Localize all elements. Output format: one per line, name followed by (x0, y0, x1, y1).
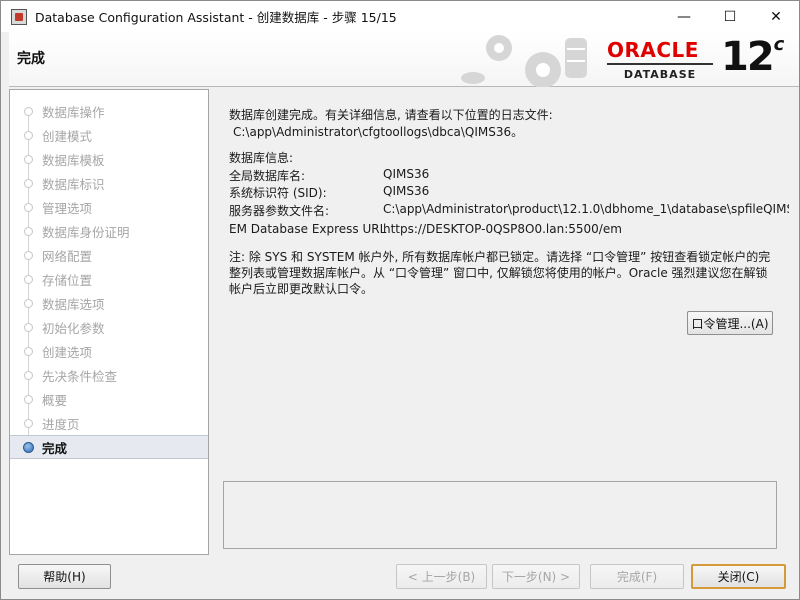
nav-step-item[interactable]: 数据库操作 (10, 99, 208, 123)
step-status-icon (24, 394, 33, 404)
main-content: 数据库创建完成。有关详细信息, 请查看以下位置的日志文件: C:\app\Adm… (217, 89, 799, 555)
nav-step-label: 数据库操作 (42, 104, 105, 120)
em-url-value[interactable]: https://DESKTOP-0QSP8O0.lan:5500/em (383, 222, 789, 236)
steps-navigation: 数据库操作创建模式数据库模板数据库标识管理选项数据库身份证明 网络配置存储位置数据… (9, 89, 209, 555)
logo-divider (607, 63, 713, 65)
nav-step-label: 存储位置 (42, 272, 93, 288)
step-status-icon (24, 274, 33, 284)
step-status-icon (24, 202, 33, 212)
finish-button[interactable]: 完成(F) (590, 564, 684, 589)
password-management-button[interactable]: 口令管理...(A) (687, 311, 773, 335)
oracle-logo: ORACLE DATABASE (607, 38, 713, 81)
info-key: 系统标识符 (SID): (229, 186, 327, 200)
version-logo: 12c (721, 34, 785, 80)
info-value: QIMS36 (383, 167, 430, 181)
step-status-icon (24, 418, 33, 428)
nav-step-item[interactable]: 创建模式 (10, 123, 208, 147)
accounts-locked-note: 注: 除 SYS 和 SYSTEM 帐户外, 所有数据库帐户都已锁定。请选择 “… (229, 250, 771, 296)
nav-step-item[interactable]: 数据库标识 (10, 171, 208, 195)
app-icon (11, 8, 27, 25)
nav-step-label: 数据库模板 (42, 152, 105, 168)
title-bar[interactable]: Database Configuration Assistant - 创建数据库… (1, 1, 799, 32)
info-key: 全局数据库名: (229, 169, 306, 183)
version-number: 12 (721, 34, 775, 80)
nav-step-item[interactable]: 管理选项 (10, 195, 208, 219)
window-controls: — ☐ ✕ (661, 1, 799, 32)
step-status-icon (24, 130, 33, 140)
nav-step-label: 概要 (42, 392, 68, 408)
nav-step-label: 进度页 (42, 416, 80, 432)
info-row-em-url: EM Database Express URL https://DESKTOP-… (229, 222, 789, 240)
nav-step-item[interactable]: 存储位置 (10, 267, 208, 291)
gears-decoration-icon (461, 35, 587, 87)
step-status-icon (24, 154, 33, 164)
nav-step-item[interactable]: 数据库身份证明 (10, 219, 208, 243)
nav-step-item[interactable]: 完成 (10, 435, 208, 459)
nav-step-label: 初始化参数 (42, 320, 105, 336)
nav-step-item[interactable]: 先决条件检查 (10, 363, 208, 387)
nav-step-item[interactable]: 网络配置 (10, 243, 208, 267)
step-status-icon (24, 226, 33, 236)
nav-step-label: 网络配置 (42, 248, 93, 264)
database-info-heading: 数据库信息: (229, 151, 294, 165)
nav-step-label: 创建模式 (42, 128, 93, 144)
window-title: Database Configuration Assistant - 创建数据库… (35, 10, 397, 25)
back-button[interactable]: < 上一步(B) (396, 564, 487, 589)
info-row-global-name: 全局数据库名: QIMS36 (229, 167, 789, 185)
nav-step-label: 数据库标识 (42, 176, 105, 192)
nav-step-label: 管理选项 (42, 200, 93, 216)
step-status-icon (24, 322, 33, 332)
nav-step-item[interactable]: 创建选项 (10, 339, 208, 363)
page-title: 完成 (17, 51, 45, 67)
completion-message: 数据库创建完成。有关详细信息, 请查看以下位置的日志文件: (229, 108, 553, 122)
step-status-icon (24, 298, 33, 308)
help-button[interactable]: 帮助(H) (18, 564, 111, 589)
version-suffix: c (773, 34, 785, 55)
nav-step-label: 完成 (42, 440, 68, 456)
nav-step-item[interactable]: 数据库模板 (10, 147, 208, 171)
close-button[interactable]: 关闭(C) (691, 564, 786, 589)
info-row-sid: 系统标识符 (SID): QIMS36 (229, 184, 789, 202)
step-status-icon (24, 250, 33, 260)
step-status-icon (24, 178, 33, 188)
minimize-button[interactable]: — (661, 1, 707, 32)
close-window-button[interactable]: ✕ (753, 1, 799, 32)
step-status-icon (24, 370, 33, 380)
nav-step-label: 数据库选项 (42, 296, 105, 312)
maximize-button[interactable]: ☐ (707, 1, 753, 32)
nav-step-item[interactable]: 初始化参数 (10, 315, 208, 339)
info-key: 服务器参数文件名: (229, 204, 330, 218)
header-banner: 完成 ORACLE DATABASE 12c (9, 32, 799, 87)
nav-step-item[interactable]: 概要 (10, 387, 208, 411)
info-key: EM Database Express URL (229, 222, 387, 236)
info-value: C:\app\Administrator\product\12.1.0\dbho… (383, 202, 789, 216)
step-status-icon (24, 346, 33, 356)
nav-step-item[interactable]: 数据库选项 (10, 291, 208, 315)
next-button[interactable]: 下一步(N) > (492, 564, 580, 589)
info-value: QIMS36 (383, 184, 430, 198)
info-row-spfile: 服务器参数文件名: C:\app\Administrator\product\1… (229, 202, 789, 220)
message-area (223, 481, 777, 549)
database-brand-text: DATABASE (623, 68, 697, 81)
dbca-window: Database Configuration Assistant - 创建数据库… (0, 0, 800, 600)
step-status-icon (23, 441, 34, 453)
nav-step-label: 先决条件检查 (42, 368, 118, 384)
log-file-path: C:\app\Administrator\cfgtoollogs\dbca\QI… (233, 125, 524, 139)
nav-step-label: 数据库身份证明 (42, 224, 130, 240)
oracle-brand-text: ORACLE (607, 38, 699, 62)
step-status-icon (24, 106, 33, 116)
nav-step-label: 创建选项 (42, 344, 93, 360)
nav-step-item[interactable]: 进度页 (10, 411, 208, 435)
